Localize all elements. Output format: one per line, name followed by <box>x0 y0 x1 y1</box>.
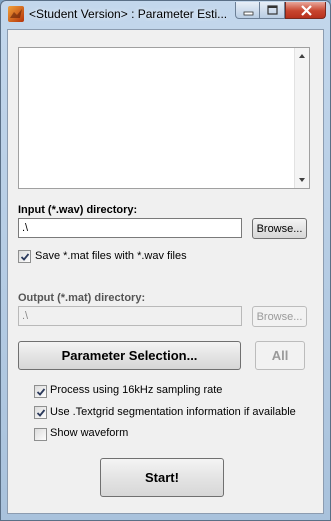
matlab-icon[interactable] <box>8 6 24 22</box>
input-directory-label: Input (*.wav) directory: <box>18 204 138 216</box>
dialog-body: Input (*.wav) directory: Browse... Save … <box>7 29 324 514</box>
scroll-up-arrow-icon[interactable] <box>299 54 305 58</box>
file-listbox[interactable] <box>18 47 310 189</box>
output-directory-label: Output (*.mat) directory: <box>18 292 146 304</box>
listbox-scrollbar[interactable] <box>294 48 309 188</box>
show-waveform-label: Show waveform <box>50 427 129 439</box>
sampling-rate-label: Process using 16kHz sampling rate <box>50 384 223 396</box>
maximize-icon <box>267 5 278 15</box>
checkmark-icon <box>36 409 46 417</box>
all-button[interactable]: All <box>255 341 305 370</box>
close-button[interactable] <box>285 2 326 19</box>
start-button[interactable]: Start! <box>100 458 224 497</box>
output-directory-field[interactable] <box>18 306 242 326</box>
scroll-down-arrow-icon[interactable] <box>299 178 305 182</box>
title-bar[interactable]: <Student Version> : Parameter Esti... <box>1 1 330 27</box>
textgrid-label: Use .Textgrid segmentation information i… <box>50 406 296 418</box>
input-browse-button[interactable]: Browse... <box>252 218 307 239</box>
close-icon <box>301 5 312 16</box>
parameter-selection-button[interactable]: Parameter Selection... <box>18 341 241 370</box>
input-directory-field[interactable] <box>18 218 242 238</box>
output-browse-button[interactable]: Browse... <box>252 306 307 327</box>
show-waveform-checkbox[interactable] <box>34 428 47 441</box>
save-mat-label: Save *.mat files with *.wav files <box>35 250 187 262</box>
checkmark-icon <box>20 253 30 261</box>
save-mat-checkbox[interactable] <box>18 250 31 263</box>
minimize-icon <box>243 11 254 16</box>
textgrid-checkbox[interactable] <box>34 406 47 419</box>
window-title: <Student Version> : Parameter Esti... <box>29 7 228 21</box>
app-window: <Student Version> : Parameter Esti... In… <box>0 0 331 521</box>
minimize-button[interactable] <box>235 2 260 19</box>
sampling-rate-checkbox[interactable] <box>34 385 47 398</box>
maximize-button[interactable] <box>260 2 285 19</box>
checkmark-icon <box>36 388 46 396</box>
